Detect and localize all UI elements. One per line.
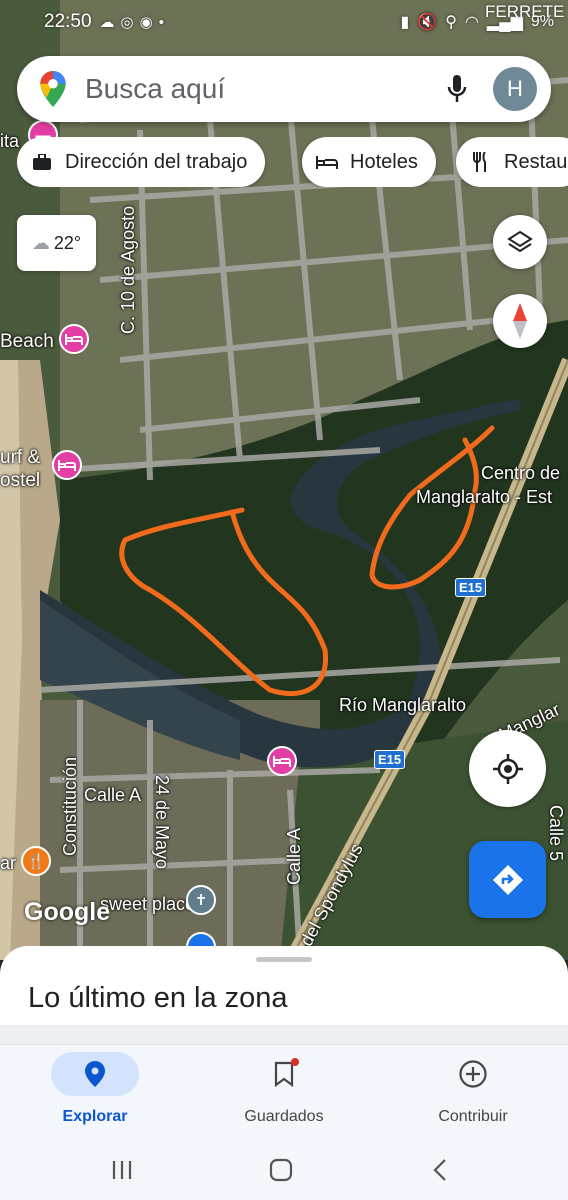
compass-button[interactable] — [493, 294, 547, 348]
map-label-centro[interactable]: Centro de — [481, 463, 560, 484]
mute-icon: 🔇 — [417, 14, 438, 31]
whatsapp-icon: ◎ — [120, 14, 134, 31]
nav-contribute[interactable]: Contribuir — [403, 1045, 543, 1141]
search-bar[interactable]: Busca aquí H — [17, 56, 551, 122]
chip-label: Hoteles — [350, 150, 418, 173]
nav-contribute-label: Contribuir — [438, 1108, 508, 1125]
add-circle-icon — [459, 1060, 487, 1088]
compass-icon — [513, 303, 527, 339]
weather-temperature: 22° — [53, 232, 82, 253]
cloud-icon: ☁ — [31, 232, 50, 253]
fork-knife-icon: 🍴 — [26, 853, 46, 870]
bottom-navigation: Explorar Guardados Contribuir — [0, 1044, 568, 1140]
system-navigation-bar — [0, 1140, 568, 1200]
bed-icon — [65, 334, 83, 345]
map-label-surf-hostel-2[interactable]: ostel — [0, 470, 40, 492]
nav-explore-pill — [51, 1052, 139, 1096]
map-label-24-mayo: 24 de Mayo — [152, 775, 172, 870]
chip-label: Dirección del trabajo — [65, 150, 248, 173]
category-chips: Dirección del trabajo Hoteles Restau — [17, 137, 568, 187]
avatar[interactable]: H — [493, 67, 537, 111]
battery-saver-icon: ▮ — [400, 14, 410, 31]
nav-explore-label: Explorar — [62, 1108, 128, 1125]
my-location-button[interactable] — [469, 730, 546, 807]
nav-saved-label: Guardados — [244, 1108, 324, 1125]
map-label-river: Río Manglaralto — [339, 695, 467, 715]
chip-hotels[interactable]: Hoteles — [302, 137, 436, 187]
cross-icon: ✝ — [194, 892, 208, 909]
map-label-street: C. 10 de Agosto — [118, 205, 138, 334]
map-label-restaurant[interactable]: ar — [0, 853, 16, 874]
hotel-marker-beach[interactable] — [59, 324, 89, 354]
hotel-marker-surf[interactable] — [52, 450, 82, 480]
cloud-icon: ☁ — [99, 14, 115, 31]
chip-label: Restau — [504, 150, 568, 173]
status-time: 22:50 — [44, 11, 92, 32]
home-icon[interactable] — [261, 1154, 301, 1186]
mic-icon[interactable] — [443, 72, 471, 106]
sheet-divider — [0, 1025, 568, 1045]
google-logo: Google — [24, 898, 111, 926]
recents-icon[interactable] — [102, 1154, 142, 1186]
search-input[interactable]: Busca aquí — [85, 73, 443, 105]
explore-pin-icon — [85, 1061, 105, 1087]
chip-restaurants[interactable]: Restau — [456, 137, 568, 187]
chip-work[interactable]: Dirección del trabajo — [17, 137, 266, 187]
highway-shield: E15 — [374, 750, 406, 769]
map-label-beach[interactable]: Beach — [0, 331, 54, 353]
sheet-drag-handle[interactable] — [256, 957, 312, 962]
layers-icon — [507, 230, 533, 253]
layers-button[interactable] — [493, 215, 547, 269]
directions-button[interactable] — [469, 841, 546, 918]
location-icon: ⚲ — [445, 14, 457, 31]
map-label-calle-a: Calle A — [84, 785, 142, 805]
map-label-sweet-place[interactable]: sweet place — [100, 894, 195, 915]
back-icon[interactable] — [420, 1154, 460, 1186]
bed-icon — [273, 756, 291, 767]
fork-knife-icon — [470, 151, 492, 173]
briefcase-icon — [31, 151, 53, 173]
highway-shield: E15 — [455, 578, 487, 597]
nav-contribute-pill — [429, 1052, 517, 1096]
church-marker[interactable]: ✝ — [186, 885, 216, 915]
bookmark-icon — [274, 1061, 294, 1087]
maps-pin-icon — [40, 71, 66, 107]
my-location-icon — [492, 753, 523, 784]
map-label-constitucion: Constitución — [60, 756, 80, 856]
weather-widget[interactable]: ☁ 22° — [17, 215, 96, 271]
map-label-centro-2[interactable]: Manglaralto - Est — [416, 487, 552, 508]
sheet-title: Lo último en la zona — [28, 982, 288, 1014]
map-label-calle5: Calle 5 — [546, 805, 566, 862]
carrier-text: FERRETE — [485, 2, 565, 21]
notification-dot — [291, 1058, 299, 1066]
wifi-icon: ◠ — [464, 14, 479, 31]
nav-saved-pill — [240, 1052, 328, 1096]
nav-saved[interactable]: Guardados — [214, 1045, 354, 1141]
dot-icon: • — [158, 13, 164, 31]
bed-icon — [58, 460, 76, 471]
hotel-marker-river[interactable] — [267, 746, 297, 776]
map-label-surf-hostel[interactable]: urf & — [0, 447, 40, 469]
restaurant-marker[interactable]: 🍴 — [21, 846, 51, 876]
status-bar: 22:50 ☁ ◎ ◉ • ▮ 🔇 ⚲ ◠ ▂▄▆ 9% FERRETE — [0, 0, 568, 44]
bed-icon — [316, 151, 338, 173]
app-icon: ◉ — [139, 14, 153, 31]
nav-explore[interactable]: Explorar — [25, 1045, 165, 1141]
directions-icon — [492, 864, 523, 895]
map-label-calle-a-2: Calle A — [284, 827, 304, 885]
